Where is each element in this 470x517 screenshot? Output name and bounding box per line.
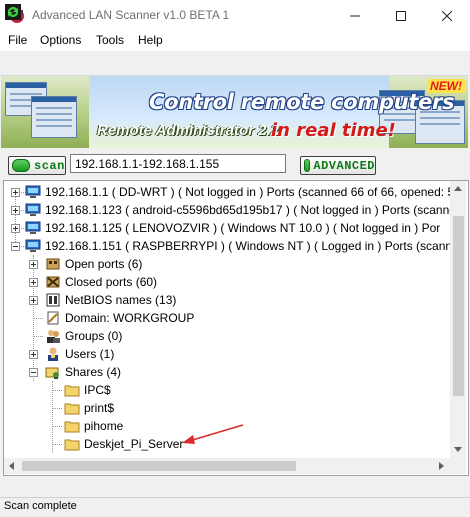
share-label: IPC$ xyxy=(84,383,111,397)
tree-item-shares[interactable]: Shares (4) xyxy=(4,363,304,381)
tree-item-closed-ports[interactable]: Closed ports (60) xyxy=(4,273,304,291)
scroll-right-icon[interactable] xyxy=(438,461,446,471)
folder-icon xyxy=(64,439,80,451)
vertical-scroll-thumb[interactable] xyxy=(453,216,464,396)
advanced-indicator-icon xyxy=(304,159,311,172)
tree-item-label: Groups (0) xyxy=(65,329,123,343)
expand-toggle[interactable] xyxy=(29,296,38,305)
tree-item-label: Closed ports (60) xyxy=(65,275,158,289)
closed-ports-icon xyxy=(46,276,60,288)
ip-range-input[interactable] xyxy=(70,154,286,173)
share-label: Deskjet_Pi_Server xyxy=(84,437,184,451)
tree-connector xyxy=(34,318,43,319)
domain-icon xyxy=(47,311,59,325)
tree-connector xyxy=(53,444,62,445)
horizontal-scroll-thumb[interactable] xyxy=(22,461,296,471)
host-label: 192.168.1.1 ( DD-WRT ) ( Not logged in )… xyxy=(45,185,455,199)
close-button[interactable] xyxy=(424,0,470,31)
share-item-pihome[interactable]: pihome xyxy=(4,417,304,435)
host-row[interactable]: 192.168.1.1 ( DD-WRT ) ( Not logged in )… xyxy=(4,183,464,201)
share-label: print$ xyxy=(84,401,115,415)
maximize-icon xyxy=(396,10,406,21)
scroll-corner xyxy=(450,458,466,474)
tree-item-open-ports[interactable]: Open ports (6) xyxy=(4,255,304,273)
minimize-icon xyxy=(350,15,360,16)
scan-button[interactable]: scan xyxy=(8,156,66,175)
annotation-arrow-icon xyxy=(182,424,244,444)
maximize-button[interactable] xyxy=(378,0,424,31)
tree-item-label: Users (1) xyxy=(65,347,115,361)
tree-connector xyxy=(53,408,62,409)
computer-icon xyxy=(25,221,41,234)
host-row[interactable]: 192.168.1.151 ( RASPBERRYPI ) ( Windows … xyxy=(4,237,466,255)
banner-headline: Control remote computers xyxy=(149,90,455,114)
status-bar: Scan complete xyxy=(0,497,470,517)
menu-file[interactable]: File xyxy=(8,33,27,47)
toolbar xyxy=(0,51,470,76)
tree-item-users[interactable]: Users (1) xyxy=(4,345,304,363)
scan-button-label: scan xyxy=(34,158,65,173)
menu-options[interactable]: Options xyxy=(40,33,81,47)
collapse-toggle[interactable] xyxy=(29,368,38,377)
expand-toggle[interactable] xyxy=(29,260,38,269)
refresh-icon[interactable] xyxy=(5,4,21,20)
menu-tools[interactable]: Tools xyxy=(96,33,124,47)
folder-icon xyxy=(64,403,80,415)
expand-toggle[interactable] xyxy=(11,206,20,215)
tree-item-label: Shares (4) xyxy=(65,365,122,379)
advanced-button[interactable]: ADVANCED xyxy=(300,156,376,175)
tree-connector xyxy=(34,336,43,337)
scan-indicator-icon xyxy=(12,159,30,172)
advertisement-banner[interactable]: Control remote computers Remote Administ… xyxy=(1,76,468,148)
shares-icon xyxy=(45,367,59,379)
share-item-print[interactable]: print$ xyxy=(4,399,304,417)
folder-icon xyxy=(64,385,80,397)
users-icon xyxy=(48,347,58,361)
expand-toggle[interactable] xyxy=(29,278,38,287)
tree-item-label: NetBIOS names (13) xyxy=(65,293,177,307)
computer-icon xyxy=(25,203,41,216)
share-item-ipc[interactable]: IPC$ xyxy=(4,381,304,399)
tree-item-label: Domain: WORKGROUP xyxy=(65,311,195,325)
share-label: pihome xyxy=(84,419,124,433)
banner-new-badge: NEW! xyxy=(427,79,465,93)
banner-product: Remote Administrator 2.2 xyxy=(97,122,279,139)
menu-bar: File Options Tools Help xyxy=(0,31,470,51)
host-label: 192.168.1.123 ( android-c5596bd65d195b17… xyxy=(45,203,456,217)
status-text: Scan complete xyxy=(4,500,77,512)
banner-tagline: in real time! xyxy=(271,120,396,141)
advanced-button-label: ADVANCED xyxy=(313,158,375,173)
tree-item-label: Open ports (6) xyxy=(65,257,143,271)
banner-screenshot-left-2 xyxy=(31,96,77,138)
host-label: 192.168.1.151 ( RASPBERRYPI ) ( Windows … xyxy=(45,239,466,253)
tree-item-groups[interactable]: Groups (0) xyxy=(4,327,304,345)
collapse-toggle[interactable] xyxy=(11,242,20,251)
share-item-deskjet[interactable]: Deskjet_Pi_Server xyxy=(4,435,304,453)
close-icon xyxy=(442,10,452,21)
computer-icon xyxy=(25,239,41,252)
minimize-button[interactable] xyxy=(332,0,378,31)
results-tree[interactable]: 192.168.1.1 ( DD-WRT ) ( Not logged in )… xyxy=(3,180,469,476)
groups-icon xyxy=(47,330,60,343)
scroll-down-icon[interactable] xyxy=(453,446,463,454)
tree-item-domain[interactable]: Domain: WORKGROUP xyxy=(4,309,304,327)
expand-toggle[interactable] xyxy=(29,350,38,359)
host-label: 192.168.1.125 ( LENOVOZVIR ) ( Windows N… xyxy=(45,221,441,235)
expand-toggle[interactable] xyxy=(11,188,20,197)
scroll-left-icon[interactable] xyxy=(8,461,16,471)
scroll-up-icon[interactable] xyxy=(453,185,463,193)
menu-help[interactable]: Help xyxy=(138,33,163,47)
host-row[interactable]: 192.168.1.125 ( LENOVOZVIR ) ( Windows N… xyxy=(4,219,464,237)
open-ports-icon xyxy=(46,258,60,270)
netbios-icon xyxy=(46,293,60,307)
tree-item-netbios-names[interactable]: NetBIOS names (13) xyxy=(4,291,304,309)
expand-toggle[interactable] xyxy=(11,224,20,233)
tree-connector xyxy=(53,426,62,427)
tree-connector xyxy=(53,390,62,391)
host-row[interactable]: 192.168.1.123 ( android-c5596bd65d195b17… xyxy=(4,201,464,219)
window-title: Advanced LAN Scanner v1.0 BETA 1 xyxy=(32,8,230,22)
computer-icon xyxy=(25,185,41,198)
folder-icon xyxy=(64,421,80,433)
